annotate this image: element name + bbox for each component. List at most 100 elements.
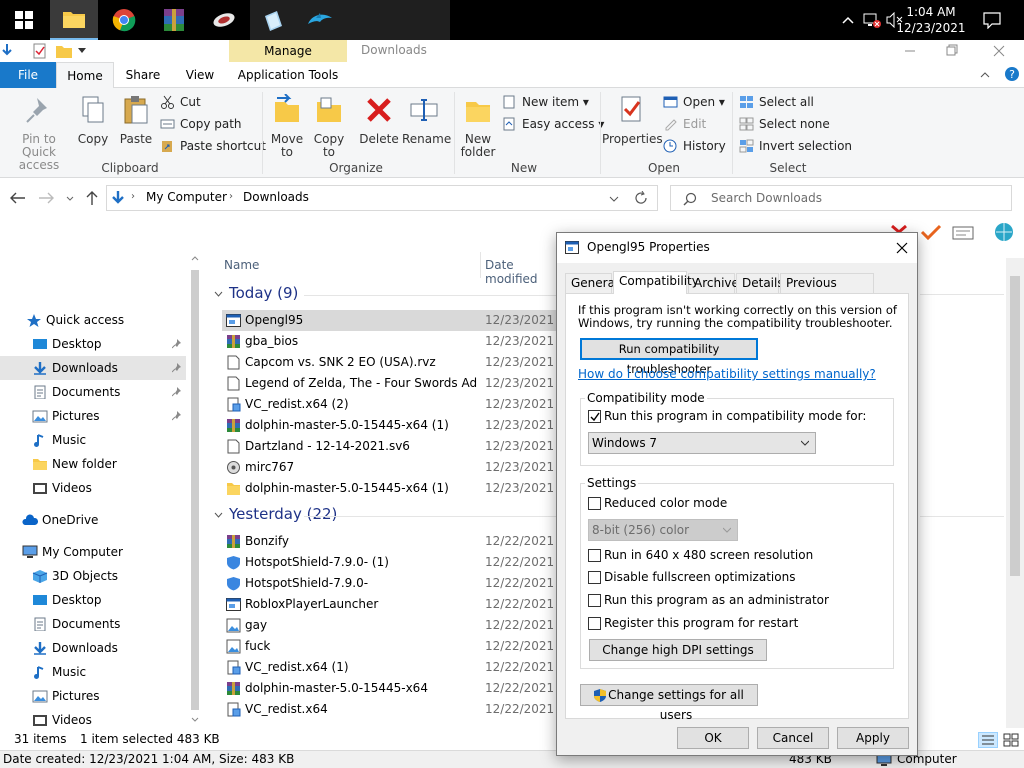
properties-qat-icon[interactable] (32, 43, 48, 59)
dialog-close-icon[interactable] (895, 241, 909, 255)
file-row[interactable]: dolphin-master-5.0-15445-x64 12/22/2021 1… (222, 678, 558, 699)
search-box[interactable]: Search Downloads (670, 185, 1012, 211)
group-header[interactable]: Yesterday (22) (214, 505, 337, 523)
file-row[interactable]: RobloxPlayerLauncher 12/22/2021 10:22 PM (222, 594, 558, 615)
ok-button[interactable]: OK (677, 727, 749, 749)
tab-view[interactable]: View (174, 62, 226, 88)
register-restart-checkbox[interactable]: Register this program for restart (588, 615, 798, 631)
res-640-checkbox[interactable]: Run in 640 x 480 screen resolution (588, 547, 813, 563)
file-row[interactable]: fuck 12/22/2021 10:12 PM (222, 636, 558, 657)
run-admin-checkbox[interactable]: Run this program as an administrator (588, 592, 829, 608)
taskbar-explorer[interactable] (50, 0, 98, 40)
file-row[interactable]: VC_redist.x64 (1) 12/22/2021 10:05 PM (222, 657, 558, 678)
history-button[interactable]: History (663, 137, 726, 155)
nav-item-documents[interactable]: Documents (0, 380, 186, 404)
nav-scrollbar[interactable] (188, 252, 202, 728)
tab-general[interactable]: General (565, 273, 618, 293)
move-to-button[interactable]: Move to (268, 93, 306, 159)
file-row[interactable]: Dartzland - 12-14-2021.sv6 12/23/2021 12:… (222, 436, 558, 457)
nav-item-desktop[interactable]: Desktop (0, 332, 186, 356)
tab-details[interactable]: Details (736, 273, 784, 293)
back-arrow-icon[interactable] (10, 192, 26, 204)
nav-item-new-folder[interactable]: New folder (0, 452, 186, 476)
column-header-name[interactable]: Name (224, 258, 259, 272)
change-dpi-button[interactable]: Change high DPI settings (589, 639, 767, 661)
pin-icon[interactable] (172, 339, 182, 349)
checkmark-icon[interactable] (920, 224, 942, 240)
rename-button[interactable]: Rename (402, 94, 451, 146)
properties-button[interactable]: Properties (602, 94, 663, 146)
address-dropdown-icon[interactable] (609, 196, 619, 202)
globe-icon[interactable] (992, 222, 1016, 242)
taskbar-winrar[interactable] (150, 0, 198, 40)
change-all-users-button[interactable]: Change settings for all users (580, 684, 758, 722)
group-header[interactable]: Today (9) (214, 284, 298, 302)
file-row[interactable]: gba_bios 12/23/2021 12:57 AM (222, 331, 558, 352)
scroll-up-icon[interactable] (191, 255, 199, 261)
easy-access-button[interactable]: Easy access ▾ (502, 115, 604, 133)
up-arrow-icon[interactable] (86, 190, 98, 206)
nav-item-3d-objects[interactable]: 3D Objects (0, 564, 186, 588)
pin-quick-access-button[interactable]: Pin to Quick access (4, 94, 74, 172)
taskbar-active-window[interactable] (250, 0, 450, 40)
file-row[interactable]: Bonzify 12/22/2021 10:58 PM (222, 531, 558, 552)
select-none-button[interactable]: Select none (739, 115, 830, 133)
tab-file[interactable]: File (0, 62, 56, 88)
color-depth-select[interactable]: 8-bit (256) color (588, 519, 738, 541)
file-row[interactable]: mirc767 12/23/2021 12:21 AM (222, 457, 558, 478)
copy-button[interactable]: Copy (74, 94, 112, 146)
nav-item-videos[interactable]: Videos (0, 476, 186, 500)
qat-dropdown-icon[interactable] (78, 48, 86, 54)
tab-application-tools[interactable]: Application Tools (229, 62, 347, 88)
taskbar-chrome[interactable] (100, 0, 148, 40)
tab-share[interactable]: Share (118, 62, 168, 88)
card-icon[interactable] (952, 226, 974, 240)
refresh-icon[interactable] (634, 191, 648, 205)
new-item-button[interactable]: New item ▾ (502, 93, 589, 111)
nav-item-my-computer[interactable]: My Computer (0, 540, 186, 564)
file-row[interactable]: gay 12/22/2021 10:15 PM (222, 615, 558, 636)
details-view-icon[interactable] (978, 732, 998, 748)
file-row[interactable]: HotspotShield-7.9.0- 12/22/2021 10:39 PM (222, 573, 558, 594)
scroll-down-icon[interactable] (191, 717, 199, 723)
close-icon[interactable] (992, 44, 1006, 58)
file-row[interactable]: HotspotShield-7.9.0- (1) 12/22/2021 10:41… (222, 552, 558, 573)
maximize-icon[interactable] (946, 44, 960, 56)
network-icon[interactable] (862, 12, 882, 28)
edit-button[interactable]: Edit (663, 115, 706, 133)
file-scroll-thumb[interactable] (1010, 276, 1020, 576)
os-select[interactable]: Windows 7 (588, 432, 816, 454)
run-troubleshooter-button[interactable]: Run compatibility troubleshooter (580, 338, 758, 376)
nav-item-pictures[interactable]: Pictures (0, 404, 186, 428)
column-header-date[interactable]: Date modified (485, 258, 558, 286)
open-button[interactable]: Open ▾ (663, 93, 725, 111)
clock[interactable]: 1:04 AM 12/23/2021 (886, 4, 976, 36)
taskbar-app-satellite[interactable] (200, 0, 248, 40)
address-bar[interactable]: › My Computer › Downloads (106, 185, 658, 211)
delete-button[interactable]: Delete (358, 94, 400, 146)
nav-item-onedrive[interactable]: OneDrive (0, 508, 186, 532)
new-folder-button[interactable]: New folder (458, 94, 498, 159)
nav-item-pictures[interactable]: Pictures (0, 684, 186, 708)
nav-item-downloads[interactable]: Downloads (0, 636, 186, 660)
cancel-button[interactable]: Cancel (757, 727, 829, 749)
nav-item-documents[interactable]: Documents (0, 612, 186, 636)
chevron-up-icon[interactable] (842, 16, 854, 24)
compatibility-help-link[interactable]: How do I choose compatibility settings m… (578, 367, 876, 381)
minimize-icon[interactable] (900, 46, 920, 56)
large-icons-view-icon[interactable] (1002, 732, 1020, 748)
pin-icon[interactable] (172, 411, 182, 421)
nav-item-music[interactable]: Music (0, 428, 186, 452)
file-row[interactable]: dolphin-master-5.0-15445-x64 (1) 12/23/20… (222, 478, 558, 499)
tab-compatibility[interactable]: Compatibility (613, 271, 699, 294)
recent-dropdown-icon[interactable] (66, 196, 74, 202)
copy-to-button[interactable]: Copy to (310, 94, 348, 159)
disable-fullscreen-checkbox[interactable]: Disable fullscreen optimizations (588, 569, 795, 585)
nav-item-quick-access[interactable]: Quick access (0, 308, 186, 332)
file-row[interactable]: dolphin-master-5.0-15445-x64 (1) 12/23/20… (222, 415, 558, 436)
forward-arrow-icon[interactable] (38, 192, 54, 204)
select-all-button[interactable]: Select all (739, 93, 814, 111)
new-folder-qat-icon[interactable] (56, 44, 72, 58)
pin-icon[interactable] (172, 387, 182, 397)
invert-selection-button[interactable]: Invert selection (739, 137, 852, 155)
